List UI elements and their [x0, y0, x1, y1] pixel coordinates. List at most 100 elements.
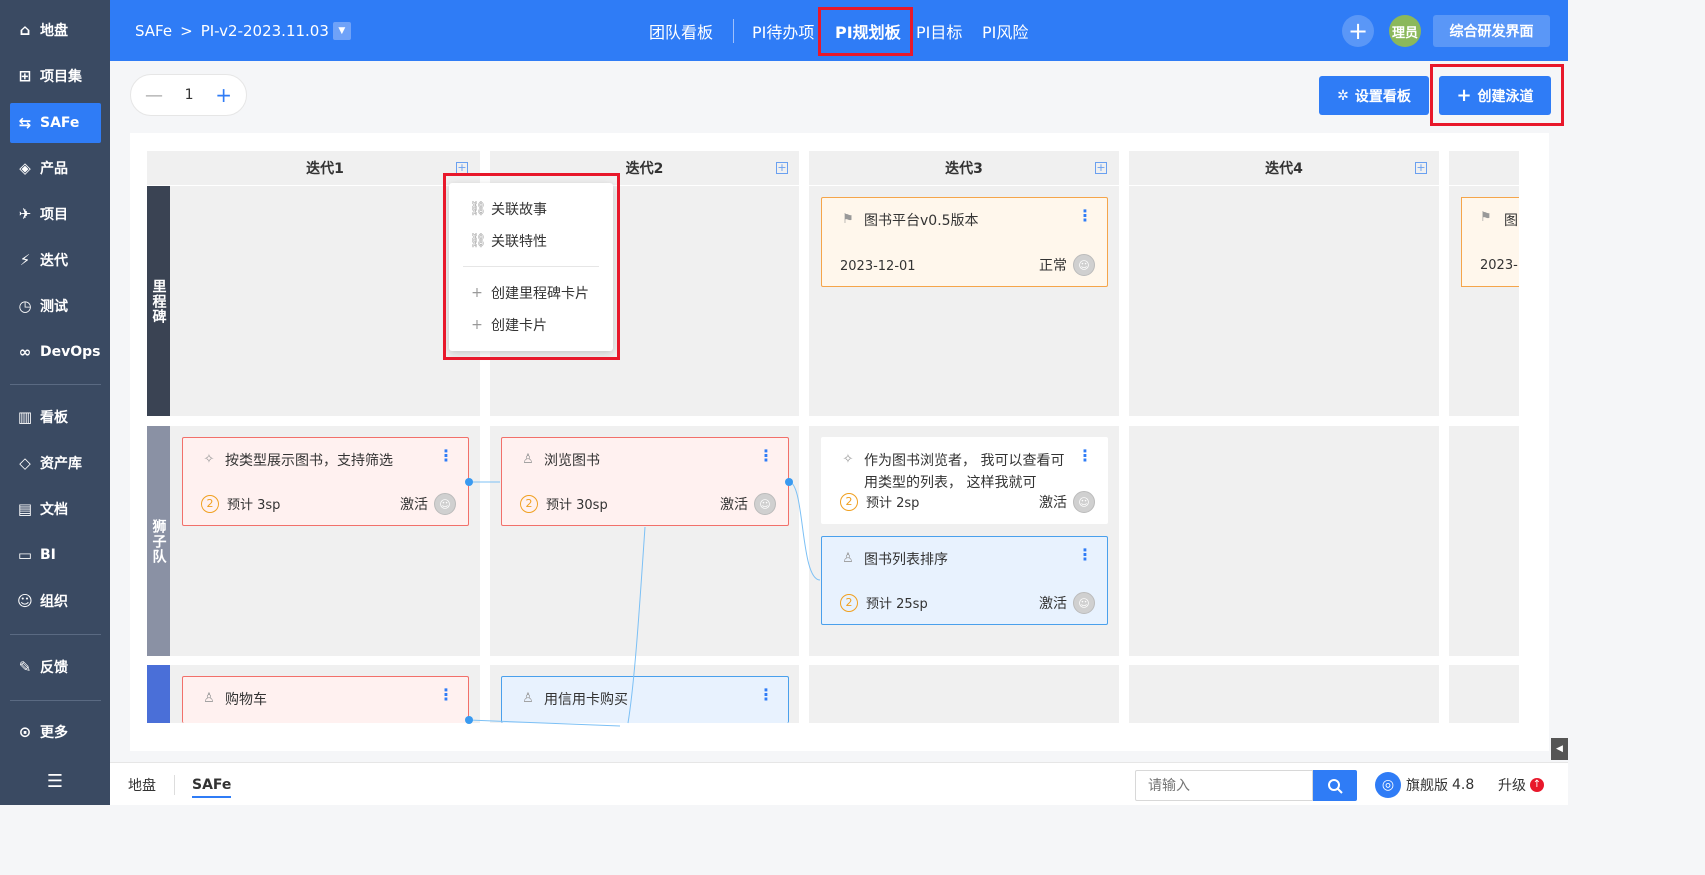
- story-card[interactable]: ♙ 浏览图书 ⋮ 2 预计 30sp 激活 ☺: [501, 437, 789, 526]
- avatar: ☺: [434, 493, 456, 515]
- card-status: 激活 ☺: [400, 493, 456, 515]
- plus-icon[interactable]: +: [215, 83, 232, 107]
- story-card[interactable]: ✧ 按类型展示图书，支持筛选 ⋮ 2 预计 3sp 激活 ☺: [182, 437, 469, 526]
- sidebar-divider: [10, 634, 101, 635]
- sidebar-item-program[interactable]: ⊞ 项目集: [10, 56, 101, 96]
- lightbulb-icon: ✧: [842, 451, 854, 467]
- sidebar-item-safe[interactable]: ⇆ SAFe: [10, 103, 101, 143]
- card-title: 图书列表排序: [864, 552, 948, 568]
- search-input[interactable]: [1135, 770, 1313, 801]
- tab-pi-backlog[interactable]: PI待办项: [752, 0, 814, 61]
- avatar[interactable]: 理员: [1389, 15, 1421, 47]
- scroll-left-icon[interactable]: ◀: [1551, 738, 1568, 760]
- user-icon: ♙: [522, 451, 534, 467]
- sidebar-item-label: 项目集: [40, 69, 82, 85]
- sidebar-item-label: DevOps: [40, 344, 101, 360]
- sidebar-item-kanban[interactable]: ▥ 看板: [10, 397, 101, 437]
- run-icon: ⚡: [19, 251, 31, 269]
- sidebar-item-product[interactable]: ◈ 产品: [10, 148, 101, 188]
- breadcrumb: SAFe > PI-v2-2023.11.03 ▼: [135, 0, 351, 61]
- sidebar-divider: [10, 700, 101, 701]
- board-cell: [809, 665, 1119, 723]
- more-vertical-icon[interactable]: ⋮: [438, 448, 454, 464]
- sidebar-item-org[interactable]: ☺ 组织: [10, 581, 101, 621]
- milestone-card[interactable]: ⚑ 图书平台v0.5版本 ⋮ 2023-12-01 正常 ☺: [821, 197, 1108, 287]
- user-icon: ♙: [203, 690, 215, 706]
- sidebar-item-assets[interactable]: ◇ 资产库: [10, 443, 101, 483]
- status-text: 激活: [400, 497, 428, 513]
- chevron-down-icon[interactable]: ▼: [332, 21, 351, 40]
- collapse-menu-icon[interactable]: ☰: [44, 770, 66, 792]
- highlight-box: [818, 7, 913, 56]
- sidebar-item-label: 测试: [40, 299, 68, 315]
- card-date: 2023-1: [1480, 258, 1519, 273]
- workspace-button[interactable]: 综合研发界面: [1433, 15, 1550, 47]
- sidebar-item-docs[interactable]: ▤ 文档: [10, 489, 101, 529]
- more-vertical-icon[interactable]: ⋮: [758, 448, 774, 464]
- org-icon: ☺: [17, 592, 33, 610]
- board-cell: [1129, 665, 1439, 723]
- card-title: 用信用卡购买: [544, 692, 628, 708]
- upgrade-link[interactable]: 升级 ↑: [1498, 763, 1544, 806]
- sidebar-item-feedback[interactable]: ✎ 反馈: [10, 647, 101, 687]
- milestone-card[interactable]: ⚑ 图 2023-1: [1461, 197, 1519, 287]
- user-icon: ♙: [842, 550, 854, 566]
- sidebar-item-label: 文档: [40, 502, 68, 518]
- breadcrumb-root[interactable]: SAFe: [135, 22, 172, 40]
- story-card[interactable]: ✧ 作为图书浏览者， 我可以查看可用类型的列表， 这样我就可 ⋮ 2 预计 2s…: [821, 437, 1108, 524]
- flag-icon: ⚑: [1480, 210, 1492, 225]
- story-card[interactable]: ♙ 用信用卡购买 ⋮: [501, 676, 789, 723]
- add-card-icon[interactable]: +: [1095, 162, 1107, 174]
- sidebar-item-more[interactable]: ⊙ 更多: [10, 712, 101, 752]
- highlight-box: [1430, 64, 1564, 126]
- sidebar-item-label: 更多: [40, 725, 68, 741]
- sidebar-item-devops[interactable]: ∞ DevOps: [10, 332, 101, 372]
- add-card-icon[interactable]: +: [1415, 162, 1427, 174]
- story-card[interactable]: ♙ 购物车 ⋮: [182, 676, 469, 723]
- search-button[interactable]: [1313, 770, 1357, 801]
- more-vertical-icon[interactable]: ⋮: [758, 687, 774, 703]
- tab-pi-objectives[interactable]: PI目标: [916, 0, 962, 61]
- card-title: 图: [1504, 213, 1518, 229]
- sidebar-item-iteration[interactable]: ⚡ 迭代: [10, 240, 101, 280]
- avatar: ☺: [1073, 491, 1095, 513]
- estimate-text: 预计 2sp: [866, 496, 920, 511]
- sidebar-item-label: 地盘: [40, 23, 68, 39]
- user-icon: ♙: [522, 690, 534, 706]
- card-status: 正常 ☺: [1039, 254, 1095, 276]
- more-vertical-icon[interactable]: ⋮: [1077, 547, 1093, 563]
- board-cell: [1449, 665, 1519, 723]
- product-icon: ◈: [19, 159, 31, 177]
- sidebar-item-label: 迭代: [40, 253, 68, 269]
- bottom-bar: 地盘 SAFe ◎ 旗舰版 4.8 升级 ↑: [110, 762, 1568, 805]
- estimate-text: 预计 30sp: [546, 498, 608, 513]
- sidebar-item-test[interactable]: ◷ 测试: [10, 286, 101, 326]
- tab-team-board[interactable]: 团队看板: [649, 0, 713, 61]
- kanban-icon: ▥: [17, 408, 33, 426]
- upgrade-label: 升级: [1498, 777, 1526, 794]
- add-card-icon[interactable]: +: [776, 162, 788, 174]
- breadcrumb-pi[interactable]: PI-v2-2023.11.03: [201, 22, 329, 40]
- status-text: 激活: [1039, 596, 1067, 612]
- more-vertical-icon[interactable]: ⋮: [1077, 448, 1093, 464]
- column-header: [1449, 151, 1519, 185]
- sidebar-item-label: 看板: [40, 410, 68, 426]
- sidebar-item-project[interactable]: ✈ 项目: [10, 194, 101, 234]
- sidebar-item-bi[interactable]: ▭ BI: [10, 535, 101, 575]
- more-vertical-icon[interactable]: ⋮: [1077, 208, 1093, 224]
- bottom-tab-safe[interactable]: SAFe: [192, 763, 232, 806]
- sidebar-item-home[interactable]: ⌂ 地盘: [10, 10, 101, 50]
- more-vertical-icon[interactable]: ⋮: [438, 687, 454, 703]
- minus-icon[interactable]: —: [145, 85, 163, 106]
- story-card[interactable]: ♙ 图书列表排序 ⋮ 2 预计 25sp 激活 ☺: [821, 536, 1108, 625]
- bottom-tab-home[interactable]: 地盘: [128, 763, 156, 806]
- board-settings-button[interactable]: ✲ 设置看板: [1319, 76, 1429, 115]
- tab-pi-risks[interactable]: PI风险: [982, 0, 1028, 61]
- card-estimate: 2 预计 2sp: [840, 492, 919, 511]
- more-icon: ⊙: [18, 723, 32, 741]
- highlight-box: [443, 173, 620, 360]
- card-estimate: 2 预计 30sp: [520, 494, 608, 513]
- flag-icon: ⚑: [842, 211, 854, 227]
- add-icon[interactable]: +: [1342, 15, 1374, 47]
- bottom-tab-separator: [174, 775, 175, 795]
